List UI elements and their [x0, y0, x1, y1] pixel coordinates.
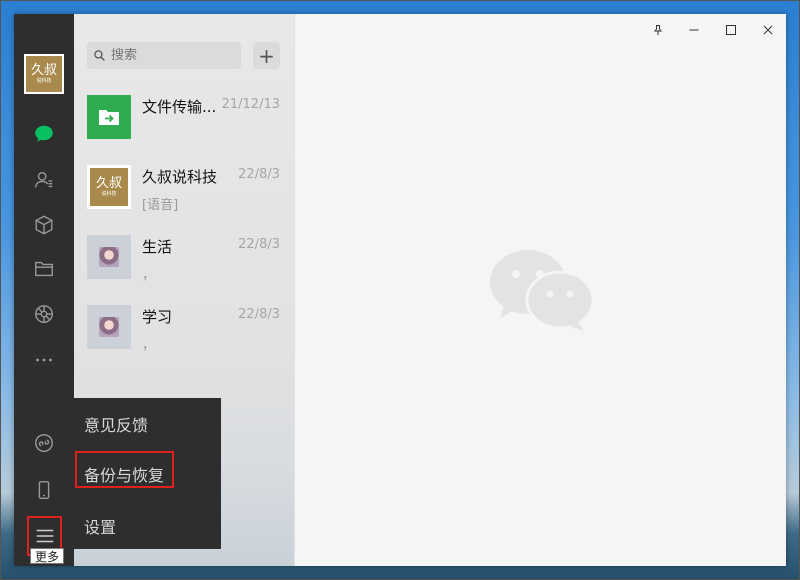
- search-box[interactable]: [87, 42, 241, 69]
- file-transfer-avatar: [87, 95, 131, 139]
- pin-icon[interactable]: [646, 19, 670, 41]
- chat-time: 21/12/13: [221, 97, 280, 112]
- tooltip-more: 更多: [30, 548, 64, 564]
- group-avatar: [87, 235, 131, 279]
- minimize-icon[interactable]: [682, 19, 706, 41]
- chat-time: 22/8/3: [238, 237, 280, 252]
- moments-icon[interactable]: [29, 299, 59, 329]
- mini-program-icon[interactable]: [29, 428, 59, 458]
- favorites-icon[interactable]: [29, 210, 59, 240]
- folder-arrow-icon: [99, 110, 119, 125]
- menu-icon: [36, 529, 53, 543]
- avatar-text-main: 久叔: [95, 175, 122, 191]
- chat-item-life[interactable]: 生活 22/8/3 ，: [74, 224, 294, 294]
- group-avatar: [87, 305, 131, 349]
- menu-item-settings[interactable]: 设置: [84, 514, 116, 538]
- chat-preview: ，: [142, 338, 156, 353]
- more-popup-menu: 意见反馈 备份与恢复 设置: [74, 398, 221, 549]
- chat-item-study[interactable]: 学习 22/8/3 ，: [74, 294, 294, 364]
- more-dots-icon[interactable]: [29, 345, 59, 375]
- chat-preview: ，: [142, 268, 156, 283]
- search-input[interactable]: [111, 48, 221, 63]
- menu-item-backup-restore[interactable]: 备份与恢复: [84, 462, 164, 486]
- left-sidebar: 久叔 说科技: [14, 14, 74, 566]
- chat-name: 生活: [142, 238, 173, 256]
- wechat-window: 久叔 说科技 搜索 + 文件传输... 21/12/13 久叔 说科技 久叔说科…: [14, 14, 786, 566]
- menu-item-feedback[interactable]: 意见反馈: [84, 412, 148, 436]
- avatar-text-sub: 说科技: [101, 190, 117, 197]
- maximize-icon[interactable]: [719, 19, 743, 41]
- chat-preview: [语音]: [142, 198, 179, 213]
- avatar-text-main: 久叔: [30, 62, 57, 78]
- wechat-logo-icon: [490, 250, 594, 331]
- phone-icon[interactable]: [29, 475, 59, 505]
- chat-time: 22/8/3: [238, 167, 280, 182]
- close-icon[interactable]: [756, 19, 780, 41]
- folder-icon[interactable]: [29, 254, 59, 284]
- chat-main-area: [294, 14, 786, 566]
- search-icon: [94, 50, 105, 61]
- chat-icon[interactable]: [29, 119, 59, 149]
- contacts-icon[interactable]: [29, 165, 59, 195]
- chat-item-file-transfer[interactable]: 文件传输... 21/12/13: [74, 84, 294, 154]
- chat-name: 文件传输...: [142, 98, 217, 116]
- chat-time: 22/8/3: [238, 307, 280, 322]
- chat-name: 久叔说科技: [142, 168, 218, 186]
- jiushu-avatar: 久叔 说科技: [87, 165, 131, 209]
- add-chat-button[interactable]: +: [253, 42, 280, 69]
- avatar[interactable]: 久叔 说科技: [24, 54, 64, 94]
- avatar-text-sub: 说科技: [36, 77, 52, 84]
- chat-item-jiushu[interactable]: 久叔 说科技 久叔说科技 22/8/3 [语音]: [74, 154, 294, 224]
- chat-name: 学习: [142, 308, 173, 326]
